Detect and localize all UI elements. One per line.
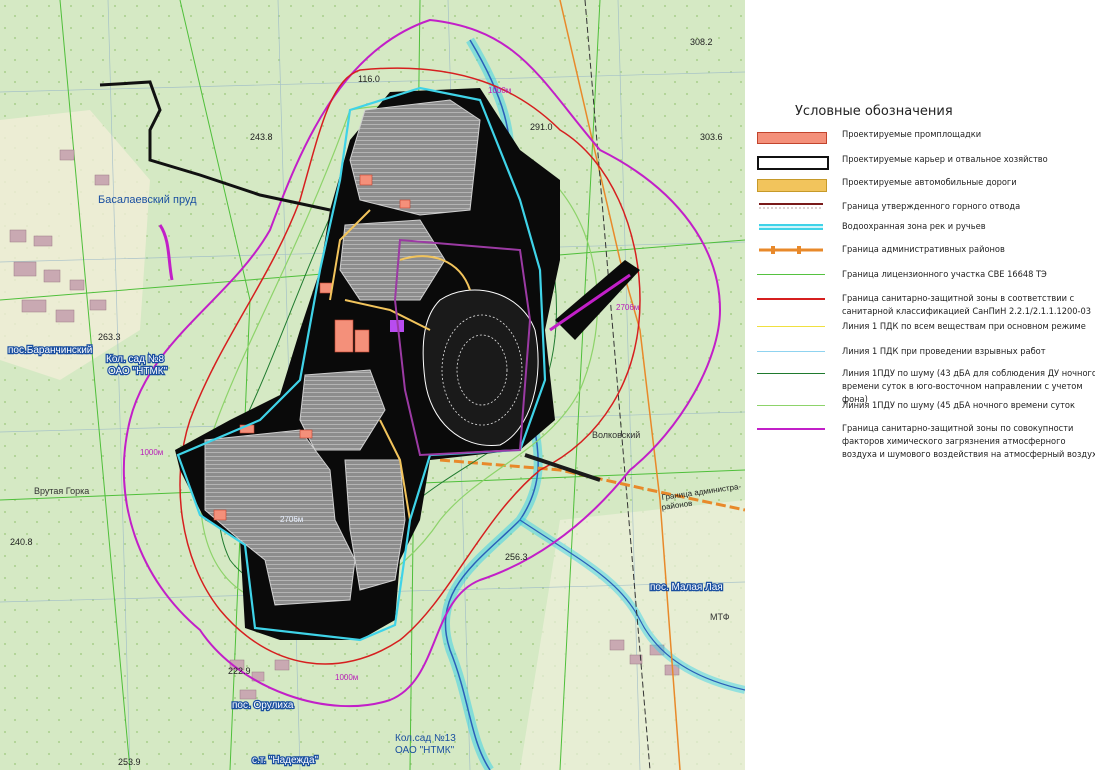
label-1000m-west: 1000м: [140, 448, 163, 457]
legend-panel: Условные обозначения Проектируемые промп…: [745, 0, 1095, 770]
legend-label: Граница санитарно-защитной зоны в соотве…: [842, 293, 1091, 317]
label-2706m-west: 2706м: [280, 515, 303, 524]
elevation-1160: 116.0: [358, 74, 380, 84]
label-1000m-south: 1000м: [335, 673, 358, 682]
legend-title: Условные обозначения: [795, 104, 953, 119]
elevation-2229: 222.9: [228, 666, 251, 676]
legend-label: Линия 1 ПДК при проведении взрывных рабо…: [842, 346, 1046, 357]
legend-swatch-pit-dumps: [757, 156, 829, 170]
label-nadezhda: с.т. "Надежда": [252, 755, 319, 766]
label-orulikha: пос. Орулиха: [232, 700, 294, 711]
legend-swatch-pdk-main: [757, 326, 825, 327]
label-2706m-east: 2706м: [616, 303, 639, 312]
label-kolsad13-a: Кол.сад №13: [395, 733, 456, 744]
elevation-2438: 243.8: [250, 132, 273, 142]
elevation-2633: 263.3: [98, 332, 121, 342]
map-canvas[interactable]: Басалаевский пруд пос.Баранчинский Кол. …: [0, 0, 745, 770]
legend-swatch-pdk-blast: [757, 351, 825, 352]
legend-swatch-spz-combined: [757, 428, 825, 430]
legend-swatch-industrial-sites: [757, 132, 827, 144]
legend-swatch-license: [757, 274, 825, 275]
legend-label: Проектируемые карьер и отвальное хозяйст…: [842, 154, 1048, 165]
waste-dump-north: [349, 99, 481, 216]
label-mtf: МТФ: [710, 612, 730, 622]
legend-label: Водоохранная зона рек и ручьев: [842, 221, 986, 232]
legend-label: Граница лицензионного участка СВЕ 16648 …: [842, 269, 1047, 280]
legend-label: Линия 1 ПДК по всем веществам при основн…: [842, 321, 1086, 332]
legend-label: Проектируемые промплощадки: [842, 129, 982, 140]
legend-swatch-roads: [757, 179, 827, 192]
elevation-2910: 291.0: [530, 122, 553, 132]
label-basalaevsky: Басалаевский пруд: [98, 194, 197, 206]
label-1000m-north: 1000м: [488, 86, 511, 95]
legend-label: Линия 1ПДУ по шуму (45 дБА ночного време…: [842, 400, 1075, 411]
label-kolsad8-b: ОАО "НТМК": [108, 366, 168, 377]
label-volkovsky: Волковский: [592, 430, 640, 440]
legend-label: Граница утвержденного горного отвода: [842, 201, 1021, 212]
legend-swatch-noise-45: [757, 405, 825, 406]
elevation-2408: 240.8: [10, 537, 33, 547]
legend-swatch-mining-allotment: [759, 203, 823, 209]
elevation-3082: 308.2: [690, 37, 713, 47]
legend-swatch-noise-43: [757, 373, 825, 374]
elevation-3036: 303.6: [700, 132, 723, 142]
elevation-2539: 253.9: [118, 757, 141, 767]
legend-swatch-water-zone: [759, 224, 823, 230]
label-kolsad13-b: ОАО "НТМК": [395, 745, 455, 756]
legend-label: Граница административных районов: [842, 244, 1005, 255]
elevation-2563: 256.3: [505, 552, 528, 562]
legend-swatch-spz-sanpin: [757, 298, 825, 300]
legend-label: Граница санитарно-защитной зоны по совок…: [842, 423, 1095, 460]
label-kolsad8-a: Кол. сад №8: [106, 354, 164, 365]
label-vrutaya: Врутая Горка: [34, 486, 89, 496]
label-malaya-laya: пос. Малая Лая: [650, 582, 723, 593]
legend-swatch-admin-border: [759, 246, 823, 254]
label-baranchinsky: пос.Баранчинский: [8, 345, 92, 356]
legend-label: Проектируемые автомобильные дороги: [842, 177, 1017, 188]
